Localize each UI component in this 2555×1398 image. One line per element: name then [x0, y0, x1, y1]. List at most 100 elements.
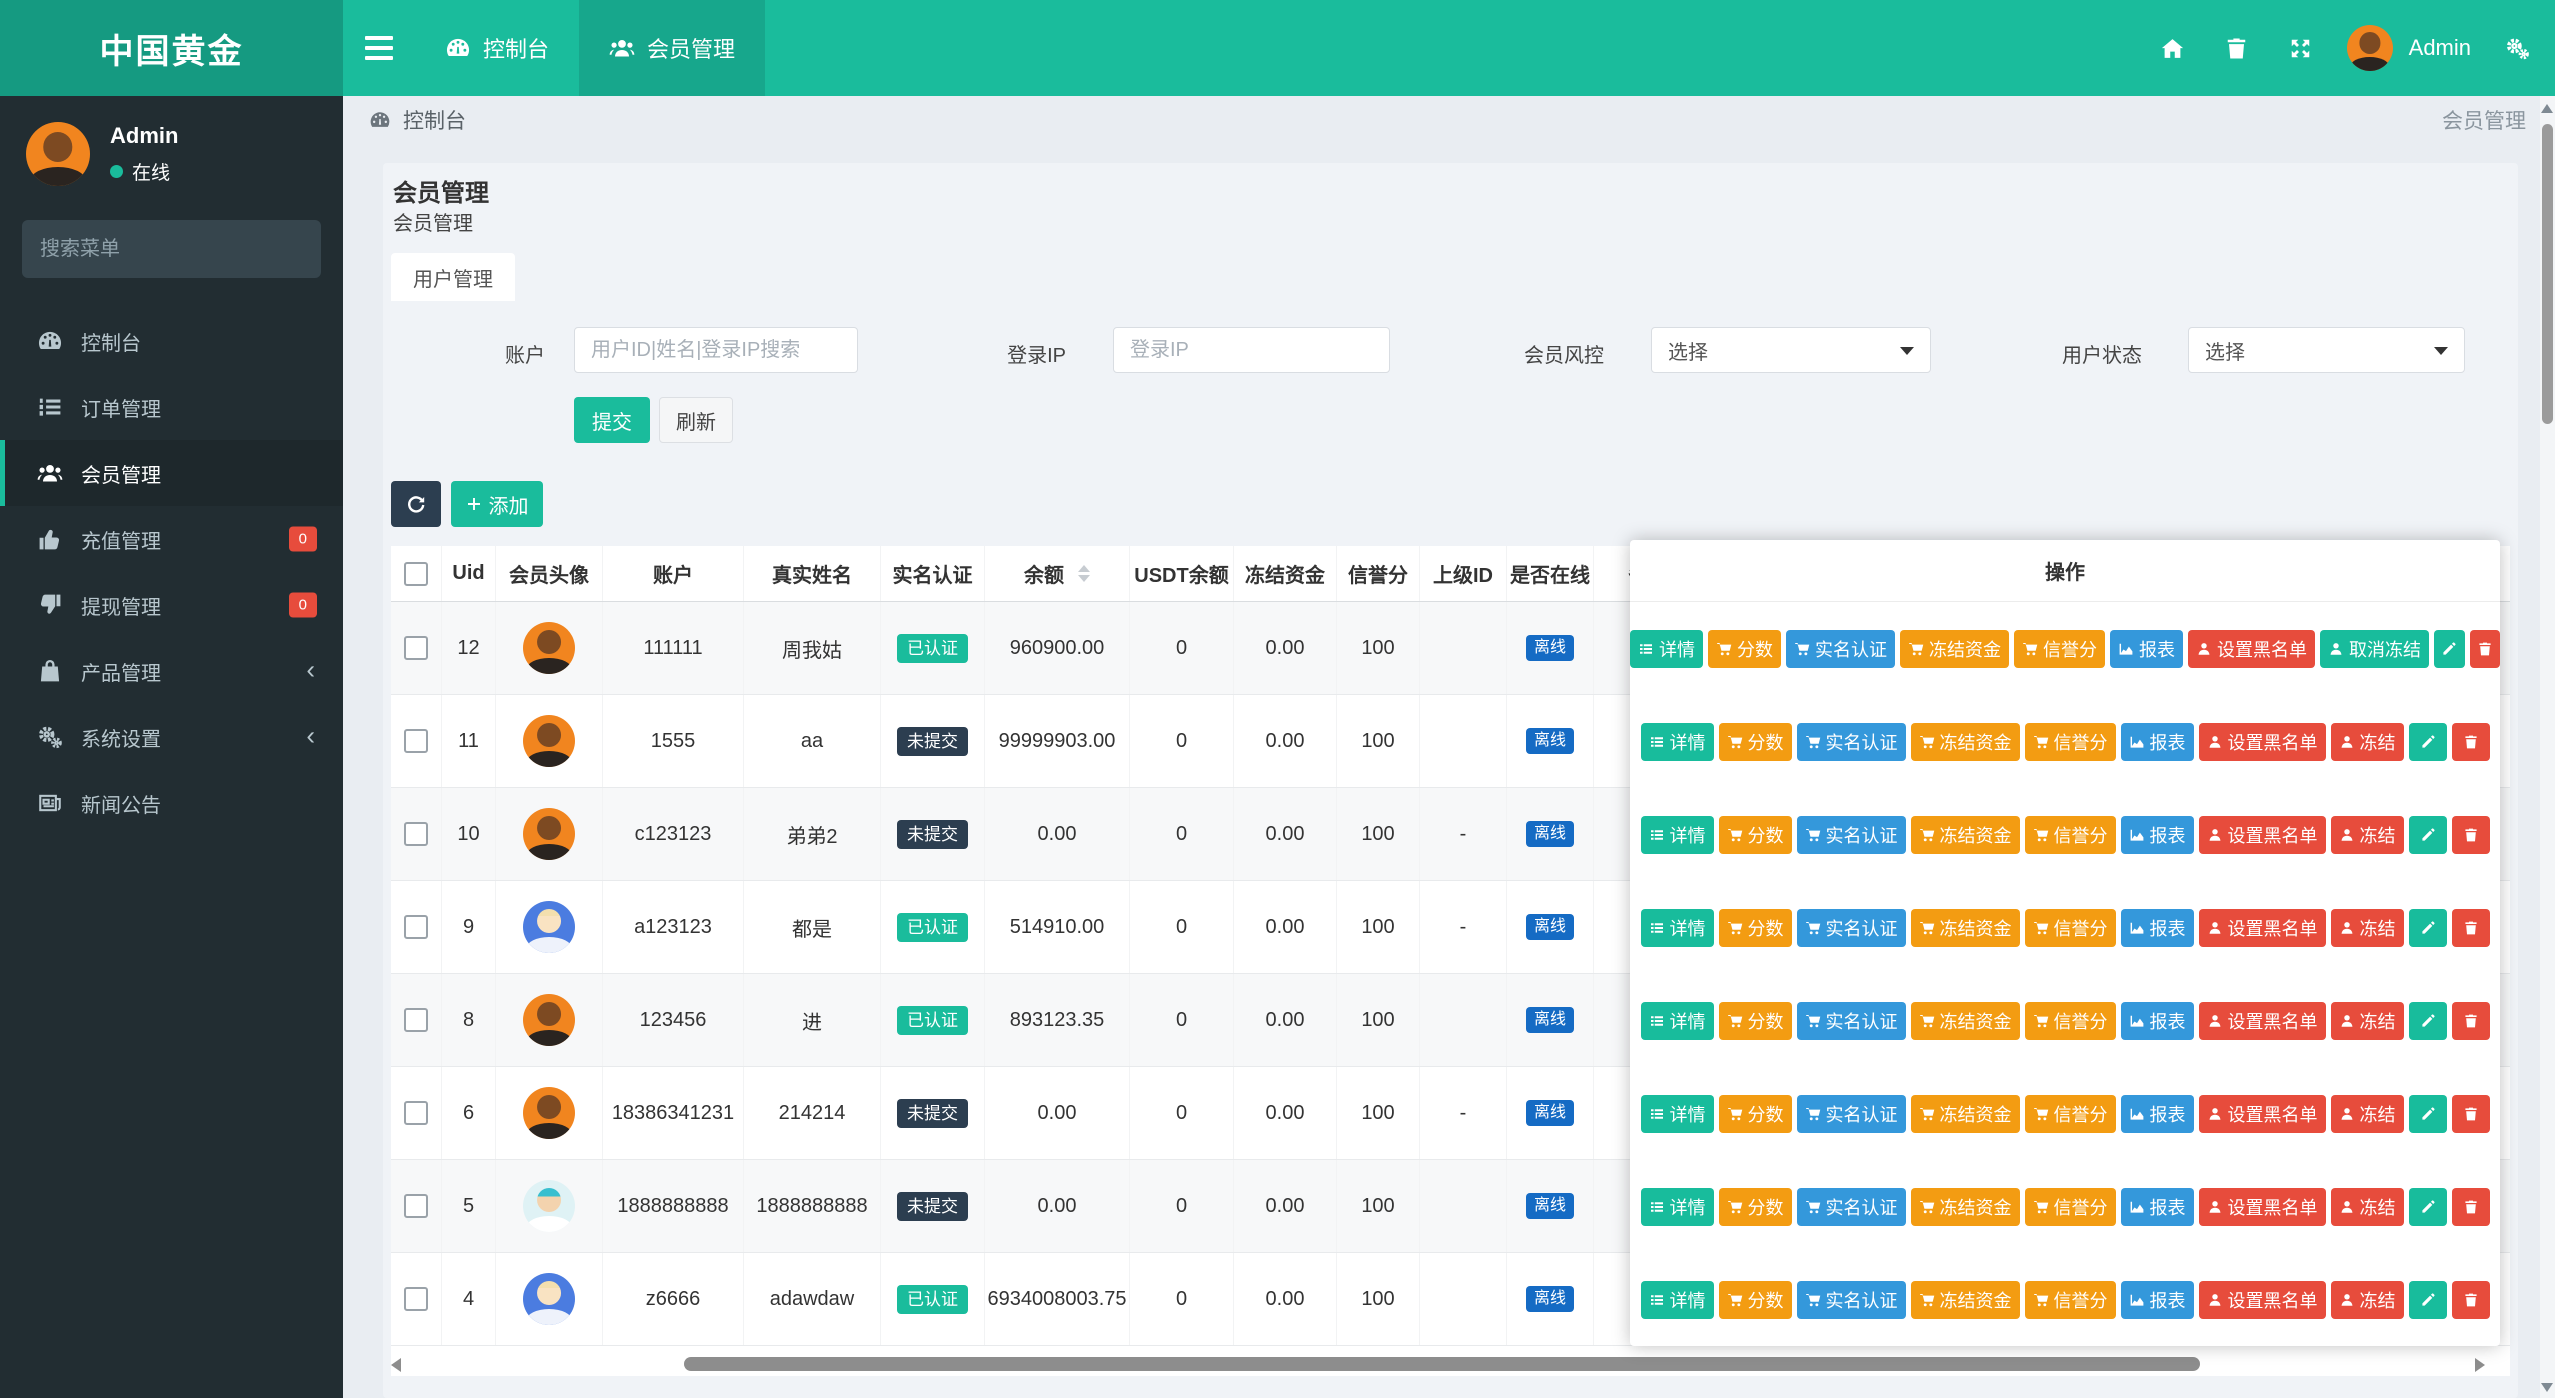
delete-button[interactable]	[2452, 816, 2490, 854]
user-status-select[interactable]: 选择	[2188, 327, 2465, 373]
freeze-funds-button[interactable]: 冻结资金	[1911, 1002, 2020, 1040]
score-button[interactable]: 分数	[1719, 1188, 1792, 1226]
score-button[interactable]: 分数	[1708, 630, 1781, 668]
credit-score-button[interactable]: 信誉分	[2025, 1281, 2116, 1319]
member-avatar[interactable]	[523, 994, 575, 1046]
freeze-funds-button[interactable]: 冻结资金	[1900, 630, 2009, 668]
credit-score-button[interactable]: 信誉分	[2025, 1188, 2116, 1226]
submit-button[interactable]: 提交	[574, 397, 650, 443]
row-checkbox[interactable]	[404, 636, 428, 660]
scroll-right-arrow[interactable]	[2475, 1358, 2485, 1372]
edit-button[interactable]	[2409, 723, 2447, 761]
nav-item-members[interactable]: 会员管理	[579, 0, 765, 96]
blacklist-button[interactable]: 设置黑名单	[2199, 909, 2326, 947]
edit-button[interactable]	[2409, 1002, 2447, 1040]
freeze-funds-button[interactable]: 冻结资金	[1911, 723, 2020, 761]
realname-auth-button[interactable]: 实名认证	[1797, 1188, 1906, 1226]
freeze-funds-button[interactable]: 冻结资金	[1911, 1281, 2020, 1319]
realname-auth-button[interactable]: 实名认证	[1797, 1281, 1906, 1319]
detail-button[interactable]: 详情	[1641, 1002, 1714, 1040]
row-checkbox[interactable]	[404, 1194, 428, 1218]
delete-button[interactable]	[2470, 630, 2501, 668]
column-balance-sortable[interactable]: 余额	[984, 546, 1129, 601]
freeze-button[interactable]: 冻结	[2331, 723, 2404, 761]
breadcrumb[interactable]: 控制台	[369, 105, 466, 135]
freeze-funds-button[interactable]: 冻结资金	[1911, 909, 2020, 947]
detail-button[interactable]: 详情	[1641, 909, 1714, 947]
nav-item-dashboard[interactable]: 控制台	[415, 0, 579, 96]
delete-button[interactable]	[2452, 1188, 2490, 1226]
row-checkbox[interactable]	[404, 1101, 428, 1125]
credit-score-button[interactable]: 信誉分	[2025, 1095, 2116, 1133]
credit-score-button[interactable]: 信誉分	[2025, 909, 2116, 947]
fullscreen-button[interactable]	[2269, 0, 2333, 96]
row-checkbox[interactable]	[404, 822, 428, 846]
credit-score-button[interactable]: 信誉分	[2025, 723, 2116, 761]
realname-auth-button[interactable]: 实名认证	[1797, 1095, 1906, 1133]
score-button[interactable]: 分数	[1719, 816, 1792, 854]
report-button[interactable]: 报表	[2121, 816, 2194, 854]
delete-button[interactable]	[2452, 1281, 2490, 1319]
scroll-left-arrow[interactable]	[391, 1358, 401, 1372]
freeze-button[interactable]: 冻结	[2331, 1188, 2404, 1226]
delete-button[interactable]	[2452, 1095, 2490, 1133]
add-button[interactable]: 添加	[451, 481, 543, 527]
realname-auth-button[interactable]: 实名认证	[1797, 816, 1906, 854]
detail-button[interactable]: 详情	[1641, 1188, 1714, 1226]
freeze-button[interactable]: 冻结	[2331, 816, 2404, 854]
sidebar-item-新闻公告[interactable]: 新闻公告	[0, 770, 343, 836]
delete-button[interactable]	[2452, 723, 2490, 761]
sidebar-item-产品管理[interactable]: 产品管理 ‹	[0, 638, 343, 704]
member-avatar[interactable]	[523, 901, 575, 953]
row-checkbox[interactable]	[404, 915, 428, 939]
detail-button[interactable]: 详情	[1641, 723, 1714, 761]
blacklist-button[interactable]: 设置黑名单	[2199, 723, 2326, 761]
trash-button[interactable]	[2205, 0, 2269, 96]
score-button[interactable]: 分数	[1719, 1095, 1792, 1133]
sidebar-search-input[interactable]	[40, 238, 305, 261]
realname-auth-button[interactable]: 实名认证	[1786, 630, 1895, 668]
scroll-down-arrow[interactable]	[2541, 1383, 2553, 1392]
account-search-input[interactable]	[574, 327, 858, 373]
blacklist-button[interactable]: 设置黑名单	[2199, 1095, 2326, 1133]
detail-button[interactable]: 详情	[1641, 1281, 1714, 1319]
report-button[interactable]: 报表	[2121, 723, 2194, 761]
sidebar-item-控制台[interactable]: 控制台	[0, 308, 343, 374]
realname-auth-button[interactable]: 实名认证	[1797, 909, 1906, 947]
report-button[interactable]: 报表	[2121, 1095, 2194, 1133]
edit-button[interactable]	[2409, 909, 2447, 947]
credit-score-button[interactable]: 信誉分	[2025, 1002, 2116, 1040]
member-avatar[interactable]	[523, 715, 575, 767]
score-button[interactable]: 分数	[1719, 723, 1792, 761]
edit-button[interactable]	[2409, 1188, 2447, 1226]
delete-button[interactable]	[2452, 1002, 2490, 1040]
row-checkbox[interactable]	[404, 729, 428, 753]
row-checkbox[interactable]	[404, 1008, 428, 1032]
sidebar-item-充值管理[interactable]: 充值管理 0	[0, 506, 343, 572]
freeze-funds-button[interactable]: 冻结资金	[1911, 1188, 2020, 1226]
vertical-scrollbar-thumb[interactable]	[2542, 124, 2553, 424]
member-avatar[interactable]	[523, 1273, 575, 1325]
scroll-up-arrow[interactable]	[2541, 104, 2553, 113]
realname-auth-button[interactable]: 实名认证	[1797, 1002, 1906, 1040]
row-checkbox[interactable]	[404, 1287, 428, 1311]
edit-button[interactable]	[2409, 1095, 2447, 1133]
detail-button[interactable]: 详情	[1641, 1095, 1714, 1133]
freeze-button[interactable]: 冻结	[2331, 1281, 2404, 1319]
refresh-button[interactable]: 刷新	[659, 397, 733, 443]
login-ip-input[interactable]	[1113, 327, 1390, 373]
freeze-button[interactable]: 冻结	[2331, 1002, 2404, 1040]
report-button[interactable]: 报表	[2121, 1002, 2194, 1040]
report-button[interactable]: 报表	[2110, 630, 2183, 668]
tab-user-management[interactable]: 用户管理	[391, 253, 515, 301]
freeze-button[interactable]: 冻结	[2331, 909, 2404, 947]
freeze-button[interactable]: 冻结	[2331, 1095, 2404, 1133]
member-avatar[interactable]	[523, 808, 575, 860]
credit-score-button[interactable]: 信誉分	[2025, 816, 2116, 854]
blacklist-button[interactable]: 设置黑名单	[2199, 1188, 2326, 1226]
sidebar-toggle-button[interactable]	[343, 0, 415, 96]
sidebar-item-系统设置[interactable]: 系统设置 ‹	[0, 704, 343, 770]
sidebar-item-提现管理[interactable]: 提现管理 0	[0, 572, 343, 638]
member-avatar[interactable]	[523, 622, 575, 674]
score-button[interactable]: 分数	[1719, 909, 1792, 947]
